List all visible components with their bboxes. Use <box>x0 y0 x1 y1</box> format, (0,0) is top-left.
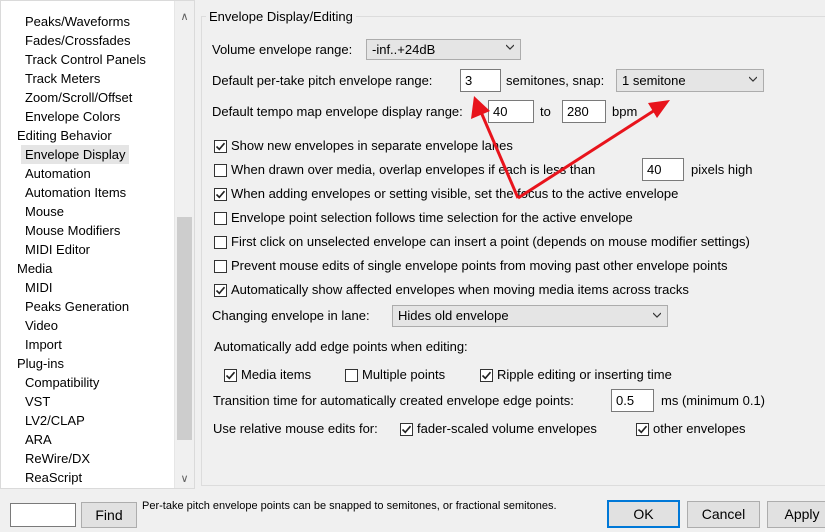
ripple-checkbox[interactable] <box>480 369 493 382</box>
sidebar-item[interactable]: Envelope Display <box>21 145 130 164</box>
transition-unit: ms (minimum 0.1) <box>661 393 766 408</box>
volume-range-label: Volume envelope range: <box>212 42 353 57</box>
find-button[interactable]: Find <box>81 502 137 528</box>
checkmark-icon <box>481 371 492 380</box>
sidebar-item[interactable]: VST <box>21 392 54 411</box>
point-selection-label: Envelope point selection follows time se… <box>231 210 633 225</box>
edge-points-label: Automatically add edge points when editi… <box>214 339 468 354</box>
pitch-range-unit: semitones, snap: <box>506 73 605 88</box>
scroll-down-icon[interactable]: ∨ <box>175 469 194 488</box>
overlap-pixels-input[interactable]: 40 <box>642 158 684 181</box>
checkmark-icon <box>637 425 648 434</box>
relative-edits-label: Use relative mouse edits for: <box>213 421 378 436</box>
sidebar-item[interactable]: Media <box>13 259 56 278</box>
sidebar-item[interactable]: Peaks Generation <box>21 297 133 316</box>
focus-checkbox[interactable] <box>214 188 227 201</box>
changing-lane-value: Hides old envelope <box>398 308 509 323</box>
volume-range-value: -inf..+24dB <box>372 42 436 57</box>
apply-button[interactable]: Apply <box>767 501 825 528</box>
chevron-down-icon <box>506 44 514 50</box>
multiple-points-checkbox[interactable] <box>345 369 358 382</box>
checkmark-icon <box>215 190 226 199</box>
tempo-unit: bpm <box>612 104 638 119</box>
scroll-up-icon[interactable]: ∧ <box>175 7 194 26</box>
sidebar-item[interactable]: Track Meters <box>21 69 104 88</box>
point-selection-checkbox[interactable] <box>214 212 227 225</box>
sidebar-item[interactable]: ReaScript <box>21 468 86 487</box>
first-click-label: First click on unselected envelope can i… <box>231 234 750 249</box>
media-items-label: Media items <box>241 367 312 382</box>
overlap-label: When drawn over media, overlap envelopes… <box>231 162 596 177</box>
media-items-checkbox[interactable] <box>224 369 237 382</box>
prevent-edits-checkbox[interactable] <box>214 260 227 273</box>
auto-show-checkbox[interactable] <box>214 284 227 297</box>
checkmark-icon <box>401 425 412 434</box>
sidebar-item[interactable]: MIDI <box>21 278 56 297</box>
sidebar-item[interactable]: ReWire/DX <box>21 449 94 468</box>
sidebar-item[interactable]: Track Control Panels <box>21 50 150 69</box>
section-title: Envelope Display/Editing <box>206 9 356 24</box>
pitch-range-label: Default per-take pitch envelope range: <box>212 73 433 88</box>
volume-range-dropdown[interactable]: -inf..+24dB <box>366 39 521 60</box>
show-separate-lanes-checkbox[interactable] <box>214 140 227 153</box>
tempo-min-input[interactable]: 40 <box>488 100 534 123</box>
sidebar-item[interactable]: Peaks/Waveforms <box>21 12 134 31</box>
sidebar-item[interactable]: Editing Behavior <box>13 126 116 145</box>
changing-lane-dropdown[interactable]: Hides old envelope <box>392 305 668 327</box>
sidebar-item[interactable]: ARA <box>21 430 56 449</box>
fader-scaled-label: fader-scaled volume envelopes <box>417 421 597 436</box>
sidebar-item[interactable]: Zoom/Scroll/Offset <box>21 88 136 107</box>
tempo-max-input[interactable]: 280 <box>562 100 606 123</box>
checkmark-icon <box>215 286 226 295</box>
sidebar-item[interactable]: Import <box>21 335 66 354</box>
ok-button[interactable]: OK <box>607 500 680 528</box>
other-envelopes-label: other envelopes <box>653 421 746 436</box>
sidebar-item[interactable]: Mouse Modifiers <box>21 221 124 240</box>
changing-lane-label: Changing envelope in lane: <box>212 308 370 323</box>
overlap-unit: pixels high <box>691 162 753 177</box>
prevent-edits-label: Prevent mouse edits of single envelope p… <box>231 258 728 273</box>
chevron-down-icon <box>749 76 757 82</box>
other-envelopes-checkbox[interactable] <box>636 423 649 436</box>
multiple-points-label: Multiple points <box>362 367 446 382</box>
chevron-down-icon <box>653 312 661 318</box>
sidebar-item[interactable]: Automation Items <box>21 183 130 202</box>
overlap-checkbox[interactable] <box>214 164 227 177</box>
fader-scaled-checkbox[interactable] <box>400 423 413 436</box>
scroll-thumb[interactable] <box>177 217 192 440</box>
sidebar-item[interactable]: Compatibility <box>21 373 103 392</box>
pitch-range-input[interactable]: 3 <box>460 69 501 92</box>
sidebar-item[interactable]: Automation <box>21 164 95 183</box>
tree-scrollbar[interactable]: ∧ ∨ <box>174 1 194 488</box>
sidebar-item[interactable]: Envelope Colors <box>21 107 124 126</box>
find-input[interactable] <box>10 503 76 527</box>
sidebar-item[interactable]: Fades/Crossfades <box>21 31 135 50</box>
transition-input[interactable]: 0.5 <box>611 389 654 412</box>
cancel-button[interactable]: Cancel <box>687 501 760 528</box>
preferences-tree[interactable]: Peaks/Waveforms Fades/Crossfades Track Con… <box>0 0 195 489</box>
auto-show-label: Automatically show affected envelopes wh… <box>231 282 689 297</box>
hint-text: Per-take pitch envelope points can be sn… <box>142 500 557 512</box>
sidebar-item[interactable]: Mouse <box>21 202 68 221</box>
sidebar-item[interactable]: MIDI Editor <box>21 240 94 259</box>
tempo-range-label: Default tempo map envelope display range… <box>212 104 463 119</box>
sidebar-item[interactable]: Video <box>21 316 62 335</box>
snap-dropdown[interactable]: 1 semitone <box>616 69 764 92</box>
ripple-label: Ripple editing or inserting time <box>497 367 672 382</box>
first-click-checkbox[interactable] <box>214 236 227 249</box>
snap-value: 1 semitone <box>622 73 686 88</box>
tempo-to-label: to <box>540 104 551 119</box>
show-separate-lanes-label: Show new envelopes in separate envelope … <box>231 138 513 153</box>
focus-label: When adding envelopes or setting visible… <box>231 186 679 201</box>
checkmark-icon <box>215 142 226 151</box>
transition-label: Transition time for automatically create… <box>213 393 574 408</box>
sidebar-item[interactable]: Plug-ins <box>13 354 68 373</box>
checkmark-icon <box>225 371 236 380</box>
sidebar-item[interactable]: LV2/CLAP <box>21 411 89 430</box>
